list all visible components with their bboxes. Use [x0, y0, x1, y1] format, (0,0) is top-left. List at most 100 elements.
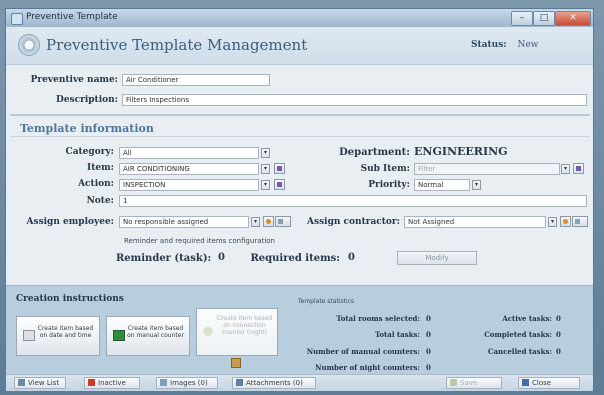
stat-value: 0	[426, 347, 431, 356]
stat-label: Number of night counters:	[315, 363, 420, 372]
minimize-button[interactable]: –	[511, 11, 533, 26]
attachments-label: Attachments (0)	[246, 379, 303, 387]
description-input[interactable]: Filters Inspections	[122, 94, 587, 106]
stat-label: Total tasks:	[374, 330, 420, 339]
create-by-night-counter-button[interactable]: Create item based on connection counter …	[196, 308, 278, 356]
image-icon	[160, 379, 167, 386]
note-input[interactable]: 1	[119, 195, 587, 207]
images-button[interactable]: Images (0)	[156, 377, 218, 389]
contractor-person-icon[interactable]	[560, 216, 571, 227]
calendar-icon	[23, 330, 35, 341]
check-icon	[450, 379, 457, 386]
create-by-date-button[interactable]: Create item based on date and time	[16, 316, 100, 356]
lightbulb-icon	[203, 327, 213, 336]
exit-icon	[522, 379, 529, 386]
preventive-template-window: Preventive Template – □ ✕ Preventive Tem…	[5, 8, 594, 391]
title-bar[interactable]: Preventive Template – □ ✕	[6, 9, 593, 28]
inactive-button[interactable]: Inactive	[84, 377, 140, 389]
contractor-edit-icon[interactable]	[572, 216, 588, 227]
stat-label: Cancelled tasks:	[487, 347, 552, 356]
create-by-manual-counter-label: Create item based on manual counter	[127, 325, 184, 339]
x-icon	[88, 379, 95, 386]
item-dropdown-arrow[interactable]: ▾	[261, 164, 270, 174]
create-by-night-counter-label: Create item based on connection counter …	[216, 315, 273, 336]
department-label: Department:	[339, 147, 410, 158]
required-items-label: Required items:	[250, 253, 340, 264]
modify-button[interactable]: Modify	[397, 251, 477, 265]
category-dropdown-arrow[interactable]: ▾	[261, 148, 270, 158]
stat-value: 0	[556, 347, 561, 356]
note-label: Note:	[86, 196, 114, 206]
reminder-caption: Reminder and required items configuratio…	[124, 237, 275, 245]
maximize-button[interactable]: □	[533, 11, 555, 26]
item-select[interactable]: AIR CONDITIONING	[119, 163, 259, 175]
sub-item-dropdown-arrow[interactable]: ▾	[561, 164, 570, 174]
item-browse-icon[interactable]	[274, 163, 285, 174]
assign-employee-label: Assign employee:	[26, 217, 114, 227]
window-title: Preventive Template	[26, 12, 118, 22]
save-label: Save	[460, 379, 478, 387]
stat-label: Total rooms selected:	[336, 314, 420, 323]
app-icon	[11, 13, 23, 25]
stat-label: Completed tasks:	[484, 330, 552, 339]
divider	[10, 136, 590, 137]
divider	[10, 114, 590, 116]
assign-contractor-dropdown-arrow[interactable]: ▾	[548, 217, 557, 227]
category-select[interactable]: All	[119, 147, 259, 159]
list-icon	[18, 379, 25, 386]
person-icon[interactable]	[263, 216, 274, 227]
stat-value: 0	[556, 314, 561, 323]
create-by-manual-counter-button[interactable]: Create item based on manual counter	[106, 316, 190, 356]
status-label: Status:	[471, 40, 507, 50]
item-label: Item:	[87, 163, 114, 173]
page-title: Preventive Template Management	[46, 36, 308, 54]
department-value: ENGINEERING	[414, 145, 508, 158]
required-items-value: 0	[348, 252, 355, 263]
template-information-title: Template information	[20, 122, 154, 135]
paperclip-icon	[236, 379, 243, 386]
category-label: Category:	[65, 147, 114, 157]
save-button[interactable]: Save	[446, 377, 502, 389]
priority-label: Priority:	[368, 180, 410, 190]
priority-select[interactable]: Normal	[414, 179, 470, 191]
assign-contractor-select[interactable]: Not Assigned	[404, 216, 546, 228]
assign-contractor-label: Assign contractor:	[307, 217, 400, 227]
action-browse-icon[interactable]	[274, 179, 285, 190]
view-list-button[interactable]: View List	[14, 377, 66, 389]
action-select[interactable]: INSPECTION	[119, 179, 259, 191]
employee-edit-icon[interactable]	[275, 216, 291, 227]
action-label: Action:	[78, 179, 114, 189]
counter-icon	[113, 330, 125, 341]
close-button[interactable]: Close	[518, 377, 580, 389]
creation-instructions-title: Creation instructions	[16, 294, 124, 304]
assign-employee-select[interactable]: No responsible assigned	[119, 216, 249, 228]
close-window-button[interactable]: ✕	[555, 11, 591, 26]
sub-item-select[interactable]: Filter	[414, 163, 560, 175]
action-dropdown-arrow[interactable]: ▾	[261, 180, 270, 190]
sub-item-browse-icon[interactable]	[573, 163, 584, 174]
stat-label: Active tasks:	[502, 314, 552, 323]
stat-value: 0	[426, 363, 431, 372]
sub-item-label: Sub Item:	[360, 164, 410, 174]
create-by-date-label: Create item based on date and time	[37, 325, 94, 339]
page-header: Preventive Template Management Status: N…	[6, 27, 593, 65]
stat-value: 0	[426, 330, 431, 339]
stat-value: 0	[556, 330, 561, 339]
view-list-label: View List	[28, 379, 60, 387]
footer-toolbar: View List Inactive Images (0) Attachment…	[6, 374, 593, 391]
reminder-label: Reminder (task):	[116, 253, 212, 264]
preventive-name-input[interactable]: Air Conditioner	[122, 74, 270, 86]
close-label: Close	[532, 379, 552, 387]
attachments-button[interactable]: Attachments (0)	[232, 377, 316, 389]
assign-employee-dropdown-arrow[interactable]: ▾	[251, 217, 260, 227]
scroll-grip-icon[interactable]	[231, 358, 241, 368]
inactive-label: Inactive	[98, 379, 126, 387]
stat-value: 0	[426, 314, 431, 323]
gear-icon	[18, 34, 40, 56]
status-area: Status: New	[471, 40, 538, 50]
priority-dropdown-arrow[interactable]: ▾	[472, 180, 481, 190]
modify-label: Modify	[425, 254, 449, 262]
creation-panel: Creation instructions Create item based …	[6, 285, 593, 375]
status-value: New	[517, 40, 539, 50]
stat-label: Number of manual counters:	[306, 347, 420, 356]
